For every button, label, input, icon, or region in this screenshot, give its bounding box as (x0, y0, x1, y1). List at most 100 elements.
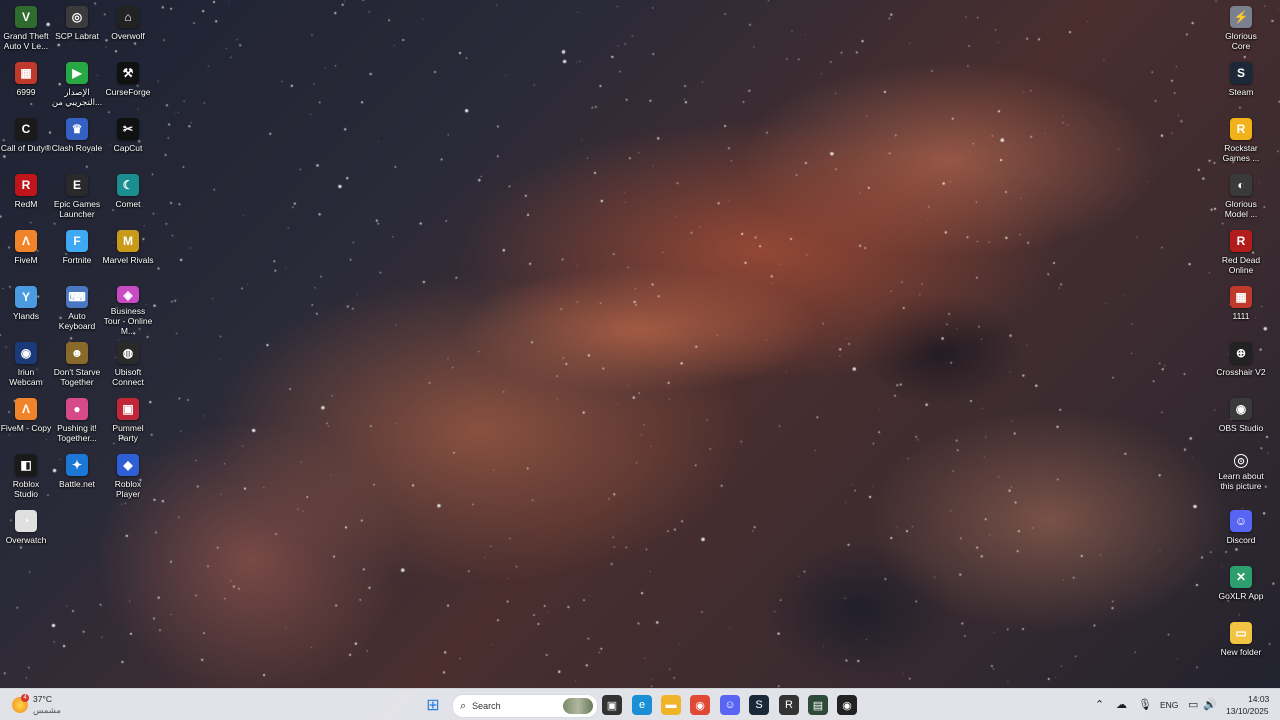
taskbar-discord-button[interactable]: ☺ (720, 695, 740, 715)
desktop-icon-discord[interactable]: ☺ Discord (1215, 504, 1267, 560)
taskbar-steam-button[interactable]: S (749, 695, 769, 715)
network-status-icon[interactable]: ☁ (1116, 698, 1127, 711)
fivem-copy-icon: Λ (15, 398, 37, 420)
desktop-icon-label: 6999 (16, 87, 36, 97)
taskbar-edge-button[interactable]: e (632, 695, 652, 715)
desktop-icon-marvel-rivals[interactable]: M Marvel Rivals (102, 224, 154, 280)
search-highlight-icon (563, 698, 593, 714)
desktop-icon-obs-studio[interactable]: ◉ OBS Studio (1215, 392, 1267, 448)
steam-icon: S (1230, 62, 1252, 84)
desktop-icon-label: FiveM (14, 255, 38, 265)
scp-labrat-icon: ◎ (66, 6, 88, 28)
roblox-player-icon: ◆ (117, 454, 139, 476)
desktop-icon-redm[interactable]: R RedM (0, 168, 52, 224)
desktop-icon-steam[interactable]: S Steam (1215, 56, 1267, 112)
desktop-icon-don-t-starve-together[interactable]: ☻ Don't Starve Together (51, 336, 103, 392)
don-t-starve-together-icon: ☻ (66, 342, 88, 364)
desktop-icon-business-tour-online-m[interactable]: ◈ Business Tour - Online M... (102, 280, 154, 336)
ylands-icon: Y (15, 286, 37, 308)
taskbar-task-view-button[interactable]: ▣ (602, 695, 622, 715)
desktop-icon-label: GoXLR App (1218, 591, 1264, 601)
display-icon[interactable]: ▭ (1188, 698, 1198, 711)
desktop-icon-red-dead-online[interactable]: R Red Dead Online (1215, 224, 1267, 280)
microphone-icon[interactable]: 🎙 (1138, 698, 1152, 711)
desktop-icon-label: الإصدار التجريبي من... (51, 87, 103, 107)
language-indicator[interactable]: ENG (1160, 700, 1178, 710)
desktop-icon-fivem-copy[interactable]: Λ FiveM - Copy (0, 392, 52, 448)
desktop-icon-battle-net[interactable]: ✦ Battle.net (51, 448, 103, 504)
desktop-icon-label: Pummel Party (112, 423, 144, 443)
search-input[interactable]: ⌕ Search (452, 694, 598, 718)
desktop-icon-learn-about-this-picture[interactable]: ⊙ Learn about this picture (1215, 448, 1267, 504)
desktop-icon-6999[interactable]: ▦ 6999 (0, 56, 52, 112)
desktop-icon-crosshair-v2[interactable]: ⊕ Crosshair V2 (1215, 336, 1267, 392)
rockstar-games-icon: R (1230, 118, 1252, 140)
desktop-icon-label: Glorious Core (1225, 31, 1257, 51)
desktop-icon-scp-labrat[interactable]: ◎ SCP Labrat (51, 0, 103, 56)
desktop-icon-label: Discord (1226, 535, 1256, 545)
desktop-icon-1111[interactable]: ▦ 1111 (1215, 280, 1267, 336)
desktop-icon-iriun-webcam[interactable]: ◉ Iriun Webcam (0, 336, 52, 392)
desktop-icon-comet[interactable]: ☾ Comet (102, 168, 154, 224)
glorious-core-icon: ⚡ (1230, 6, 1252, 28)
clock-time[interactable]: 14:03 (1248, 694, 1269, 704)
desktop-icon-pummel-party[interactable]: ▣ Pummel Party (102, 392, 154, 448)
desktop-icon-epic-games-launcher[interactable]: E Epic Games Launcher (51, 168, 103, 224)
crosshair-v2-icon: ⊕ (1230, 342, 1252, 364)
pummel-party-icon: ▣ (117, 398, 139, 420)
desktop-icon-clash-royale[interactable]: ♛ Clash Royale (51, 112, 103, 168)
epic-games-launcher-icon: E (66, 174, 88, 196)
desktop-icon-label: FiveM - Copy (0, 423, 52, 433)
desktop-icon-glorious-core[interactable]: ⚡ Glorious Core (1215, 0, 1267, 56)
desktop-icon-new-folder[interactable]: ▭ New folder (1215, 616, 1267, 672)
desktop-icon-app[interactable]: ▶ الإصدار التجريبي من... (51, 56, 103, 112)
desktop-icon-ylands[interactable]: Y Ylands (0, 280, 52, 336)
fivem-icon: Λ (15, 230, 37, 252)
desktop-icon-label: CurseForge (105, 87, 151, 97)
curseforge-icon: ⚒ (117, 62, 139, 84)
desktop-icon-rockstar-games[interactable]: R Rockstar Games ... (1215, 112, 1267, 168)
desktop-icon-fortnite[interactable]: F Fortnite (51, 224, 103, 280)
comet-icon: ☾ (117, 174, 139, 196)
marvel-rivals-icon: M (117, 230, 139, 252)
desktop-icon-ubisoft-connect[interactable]: ◍ Ubisoft Connect (102, 336, 154, 392)
desktop-icon-fivem[interactable]: Λ FiveM (0, 224, 52, 280)
app-icon: ▶ (66, 62, 88, 84)
start-button[interactable]: ⊞ (423, 695, 443, 715)
capcut-icon: ✂ (117, 118, 139, 140)
desktop-icon-label: Ubisoft Connect (112, 367, 144, 387)
desktop-icon-overwolf[interactable]: ⌂ Overwolf (102, 0, 154, 56)
volume-icon[interactable]: 🔊 (1203, 698, 1217, 711)
desktop-icon-label: Steam (1228, 87, 1254, 97)
taskbar-file-explorer-button[interactable]: ▬ (661, 695, 681, 715)
6999-icon: ▦ (15, 62, 37, 84)
roblox-studio-icon: ◧ (15, 454, 37, 476)
desktop-icon-roblox-studio[interactable]: ◧ Roblox Studio (0, 448, 52, 504)
clash-royale-icon: ♛ (66, 118, 88, 140)
desktop-icon-glorious-model[interactable]: ◐ Glorious Model ... (1215, 168, 1267, 224)
weather-widget[interactable]: 4 37°C مشمس (12, 694, 82, 716)
pushing-it-together-icon: ● (66, 398, 88, 420)
taskbar-obs-button[interactable]: ◉ (837, 695, 857, 715)
overwolf-icon: ⌂ (117, 6, 139, 28)
goxlr-app-icon: ✕ (1230, 566, 1252, 588)
auto-keyboard-icon: ⌨ (66, 286, 88, 308)
desktop-icon-label: Roblox Studio (12, 479, 40, 499)
clock-date[interactable]: 13/10/2025 (1226, 706, 1269, 716)
desktop-icon-capcut[interactable]: ✂ CapCut (102, 112, 154, 168)
tray-chevron-up-icon[interactable]: ⌃ (1095, 698, 1104, 711)
weather-temp: 37°C (33, 694, 52, 704)
desktop-icon-pushing-it-together[interactable]: ● Pushing it! Together... (51, 392, 103, 448)
desktop-icon-goxlr-app[interactable]: ✕ GoXLR App (1215, 560, 1267, 616)
desktop-icon-auto-keyboard[interactable]: ⌨ Auto Keyboard (51, 280, 103, 336)
desktop-icon-call-of-duty[interactable]: C Call of Duty® (0, 112, 52, 168)
desktop-icon-grand-theft-auto-v-le[interactable]: V Grand Theft Auto V Le... (0, 0, 52, 56)
search-icon: ⌕ (460, 699, 467, 712)
taskbar-chrome-button[interactable]: ◉ (690, 695, 710, 715)
desktop-icon-overwatch[interactable]: ◔ Overwatch (0, 504, 52, 560)
desktop-icon-roblox-player[interactable]: ◆ Roblox Player (102, 448, 154, 504)
taskbar-terminal-button[interactable]: ▤ (808, 695, 828, 715)
taskbar-rockstar-button[interactable]: R (779, 695, 799, 715)
desktop-icon-curseforge[interactable]: ⚒ CurseForge (102, 56, 154, 112)
desktop-icon-label: Marvel Rivals (102, 255, 154, 265)
